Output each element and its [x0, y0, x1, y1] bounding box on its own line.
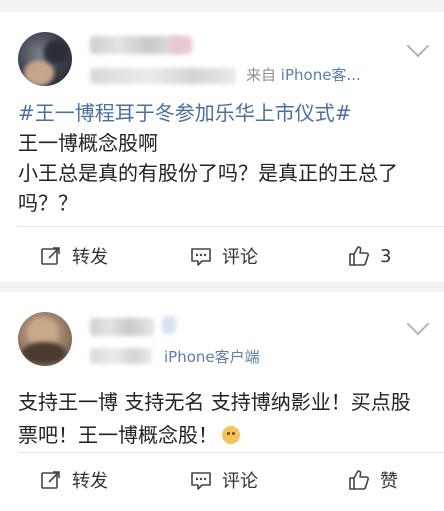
badge-redacted	[170, 36, 192, 54]
like-label: 赞	[380, 471, 398, 492]
like-button[interactable]: 3	[348, 236, 391, 276]
post-text-line: 小王总是真的有股份了吗？是真正的王总了吗？？	[18, 161, 398, 215]
post-source: iPhone客户端	[164, 346, 260, 367]
thumbs-up-icon	[349, 470, 369, 490]
hashtag-link[interactable]: #王一博程耳于冬参加乐华上市仪式#	[18, 98, 428, 128]
badge-redacted	[162, 316, 176, 334]
divider	[18, 226, 444, 227]
post-content: #王一博程耳于冬参加乐华上市仪式# 王一博概念股啊 小王总是真的有股份了吗？是真…	[18, 98, 428, 218]
weibo-post: iPhone客户端 支持王一博 支持无名 支持博纳影业！买点股票吧！王一博概念股…	[0, 292, 444, 511]
comment-button[interactable]: 评论	[190, 460, 258, 500]
post-source: 来自 iPhone客...	[246, 64, 361, 85]
weibo-post: 来自 iPhone客... #王一博程耳于冬参加乐华上市仪式# 王一博概念股啊 …	[0, 12, 444, 282]
repost-label: 转发	[72, 471, 108, 492]
repost-icon	[41, 247, 60, 265]
repost-icon	[41, 471, 60, 489]
repost-button[interactable]: 转发	[40, 460, 108, 500]
repost-button[interactable]: 转发	[40, 236, 108, 276]
like-button[interactable]: 赞	[348, 460, 398, 500]
post-actions: 转发 评论 3	[0, 236, 444, 276]
source-link[interactable]: iPhone客户端	[164, 348, 260, 366]
thumbs-up-icon	[349, 246, 369, 266]
avatar[interactable]	[18, 32, 72, 86]
timestamp-redacted	[90, 348, 152, 364]
repost-label: 转发	[72, 247, 108, 268]
timestamp-redacted	[90, 68, 236, 84]
comment-icon	[191, 472, 211, 490]
comment-button[interactable]: 评论	[190, 236, 258, 276]
like-count: 3	[380, 245, 392, 267]
chevron-down-icon[interactable]	[406, 34, 430, 58]
post-actions: 转发 评论 赞	[0, 460, 444, 500]
avatar[interactable]	[18, 312, 72, 366]
comment-label: 评论	[222, 247, 258, 268]
comment-icon	[191, 248, 211, 266]
comment-label: 评论	[222, 471, 258, 492]
post-text: 支持王一博 支持无名 支持博纳影业！买点股票吧！王一博概念股！	[18, 390, 411, 447]
chevron-down-icon[interactable]	[406, 312, 430, 336]
source-link[interactable]: iPhone客...	[281, 66, 361, 84]
divider	[18, 452, 444, 453]
post-text-line: 王一博概念股啊	[18, 131, 158, 155]
post-content: 支持王一博 支持无名 支持博纳影业！买点股票吧！王一博概念股！	[18, 386, 428, 452]
doge-emoji-icon	[222, 426, 240, 444]
username-redacted[interactable]	[90, 318, 154, 336]
source-prefix: 来自	[246, 66, 277, 84]
